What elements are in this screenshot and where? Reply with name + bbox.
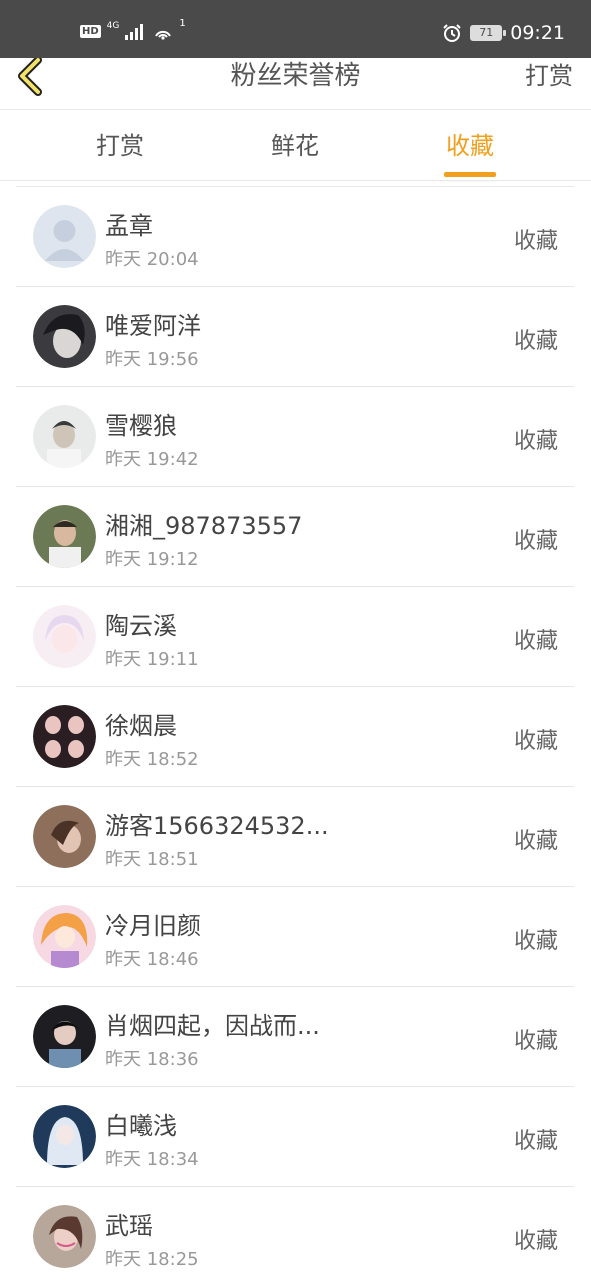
status-bar: HD 4G 1 71 09:21 [0, 0, 591, 58]
reward-button[interactable]: 打赏 [525, 58, 573, 94]
list-item[interactable]: 游客1566324532... 昨天 18:51 收藏 [16, 787, 574, 887]
timestamp: 昨天 18:36 [105, 1049, 199, 1070]
action-label: 收藏 [513, 929, 558, 954]
user-name: 肖烟四起，因战而... [105, 1012, 320, 1040]
user-name: 武瑶 [105, 1212, 153, 1240]
hd-badge: HD [80, 24, 101, 38]
action-label: 收藏 [513, 1229, 558, 1254]
action-label: 收藏 [513, 429, 558, 454]
page-title: 粉丝荣誉榜 [230, 61, 361, 91]
user-avatar-icon [33, 705, 96, 768]
tab-reward[interactable]: 打赏 [60, 111, 180, 181]
list-item[interactable]: 湘湘_987873557 昨天 19:12 收藏 [16, 487, 574, 587]
action-label: 收藏 [513, 529, 558, 554]
user-avatar-icon [33, 1205, 96, 1268]
user-avatar-icon [33, 905, 96, 968]
signal-icon [125, 24, 144, 40]
list-item[interactable]: 冷月旧颜 昨天 18:46 收藏 [16, 887, 574, 987]
list-item[interactable]: 雪樱狼 昨天 19:42 收藏 [16, 387, 574, 487]
action-label: 收藏 [513, 729, 558, 754]
user-name: 游客1566324532... [105, 812, 329, 840]
tab-bar: 打赏 鲜花 收藏 [0, 111, 591, 181]
action-label: 收藏 [513, 329, 558, 354]
tab-reward-label: 打赏 [96, 132, 144, 160]
user-name: 孟章 [105, 212, 153, 240]
user-name: 湘湘_987873557 [105, 512, 303, 540]
timestamp: 昨天 19:12 [105, 549, 199, 570]
user-name: 白曦浅 [105, 1112, 177, 1140]
action-label: 收藏 [513, 229, 558, 254]
list-item[interactable]: 孟章 昨天 20:04 收藏 [16, 187, 574, 287]
list-item[interactable]: 唯爱阿洋 昨天 19:56 收藏 [16, 287, 574, 387]
timestamp: 昨天 18:25 [105, 1249, 199, 1270]
active-tab-indicator [444, 172, 496, 177]
battery-level: 71 [479, 26, 494, 39]
list-item[interactable]: 陶云溪 昨天 19:11 收藏 [16, 587, 574, 687]
user-name: 陶云溪 [105, 612, 177, 640]
action-label: 收藏 [513, 829, 558, 854]
user-name: 雪樱狼 [105, 412, 177, 440]
tab-flowers-label: 鲜花 [271, 132, 319, 160]
user-name: 冷月旧颜 [105, 912, 201, 940]
timestamp: 昨天 18:51 [105, 849, 199, 870]
hotspot-icon [155, 30, 172, 40]
tab-collect[interactable]: 收藏 [410, 111, 530, 181]
user-avatar-icon [33, 1105, 96, 1168]
battery-icon: 71 [470, 25, 507, 41]
user-avatar-icon [33, 305, 96, 368]
timestamp: 昨天 19:56 [105, 349, 199, 370]
list-item[interactable]: 肖烟四起，因战而... 昨天 18:36 收藏 [16, 987, 574, 1087]
user-name: 唯爱阿洋 [105, 312, 201, 340]
action-label: 收藏 [513, 1029, 558, 1054]
timestamp: 昨天 19:11 [105, 649, 199, 670]
user-avatar-icon [33, 405, 96, 468]
clock: 09:21 [510, 22, 565, 44]
timestamp: 昨天 19:42 [105, 449, 199, 470]
action-label: 收藏 [513, 629, 558, 654]
status-left: HD 4G 1 [80, 18, 186, 40]
tab-flowers[interactable]: 鲜花 [235, 111, 355, 181]
status-right: 71 09:21 [442, 22, 565, 44]
user-avatar-icon [33, 605, 96, 668]
timestamp: 昨天 18:46 [105, 949, 199, 970]
alarm-icon [443, 24, 461, 42]
user-name: 徐烟晨 [105, 712, 177, 740]
user-avatar-icon [33, 1005, 96, 1068]
timestamp: 昨天 20:04 [105, 249, 199, 270]
tab-collect-label: 收藏 [446, 132, 494, 160]
timestamp: 昨天 18:34 [105, 1149, 199, 1170]
fan-list: 孟章 昨天 20:04 收藏 唯爱阿洋 昨天 19:56 收藏 雪樱狼 昨天 1… [16, 186, 574, 1280]
list-item[interactable]: 徐烟晨 昨天 18:52 收藏 [16, 687, 574, 787]
network-type: 4G [106, 20, 120, 31]
list-item[interactable]: 武瑶 昨天 18:25 收藏 [16, 1187, 574, 1280]
list-item[interactable]: 白曦浅 昨天 18:34 收藏 [16, 1087, 574, 1187]
user-avatar-icon [33, 805, 96, 868]
nav-bar: 粉丝荣誉榜 打赏 [0, 56, 591, 110]
timestamp: 昨天 18:52 [105, 749, 199, 770]
default-avatar-icon [33, 205, 96, 268]
user-avatar-icon [33, 505, 96, 568]
hotspot-count: 1 [179, 17, 186, 29]
action-label: 收藏 [513, 1129, 558, 1154]
